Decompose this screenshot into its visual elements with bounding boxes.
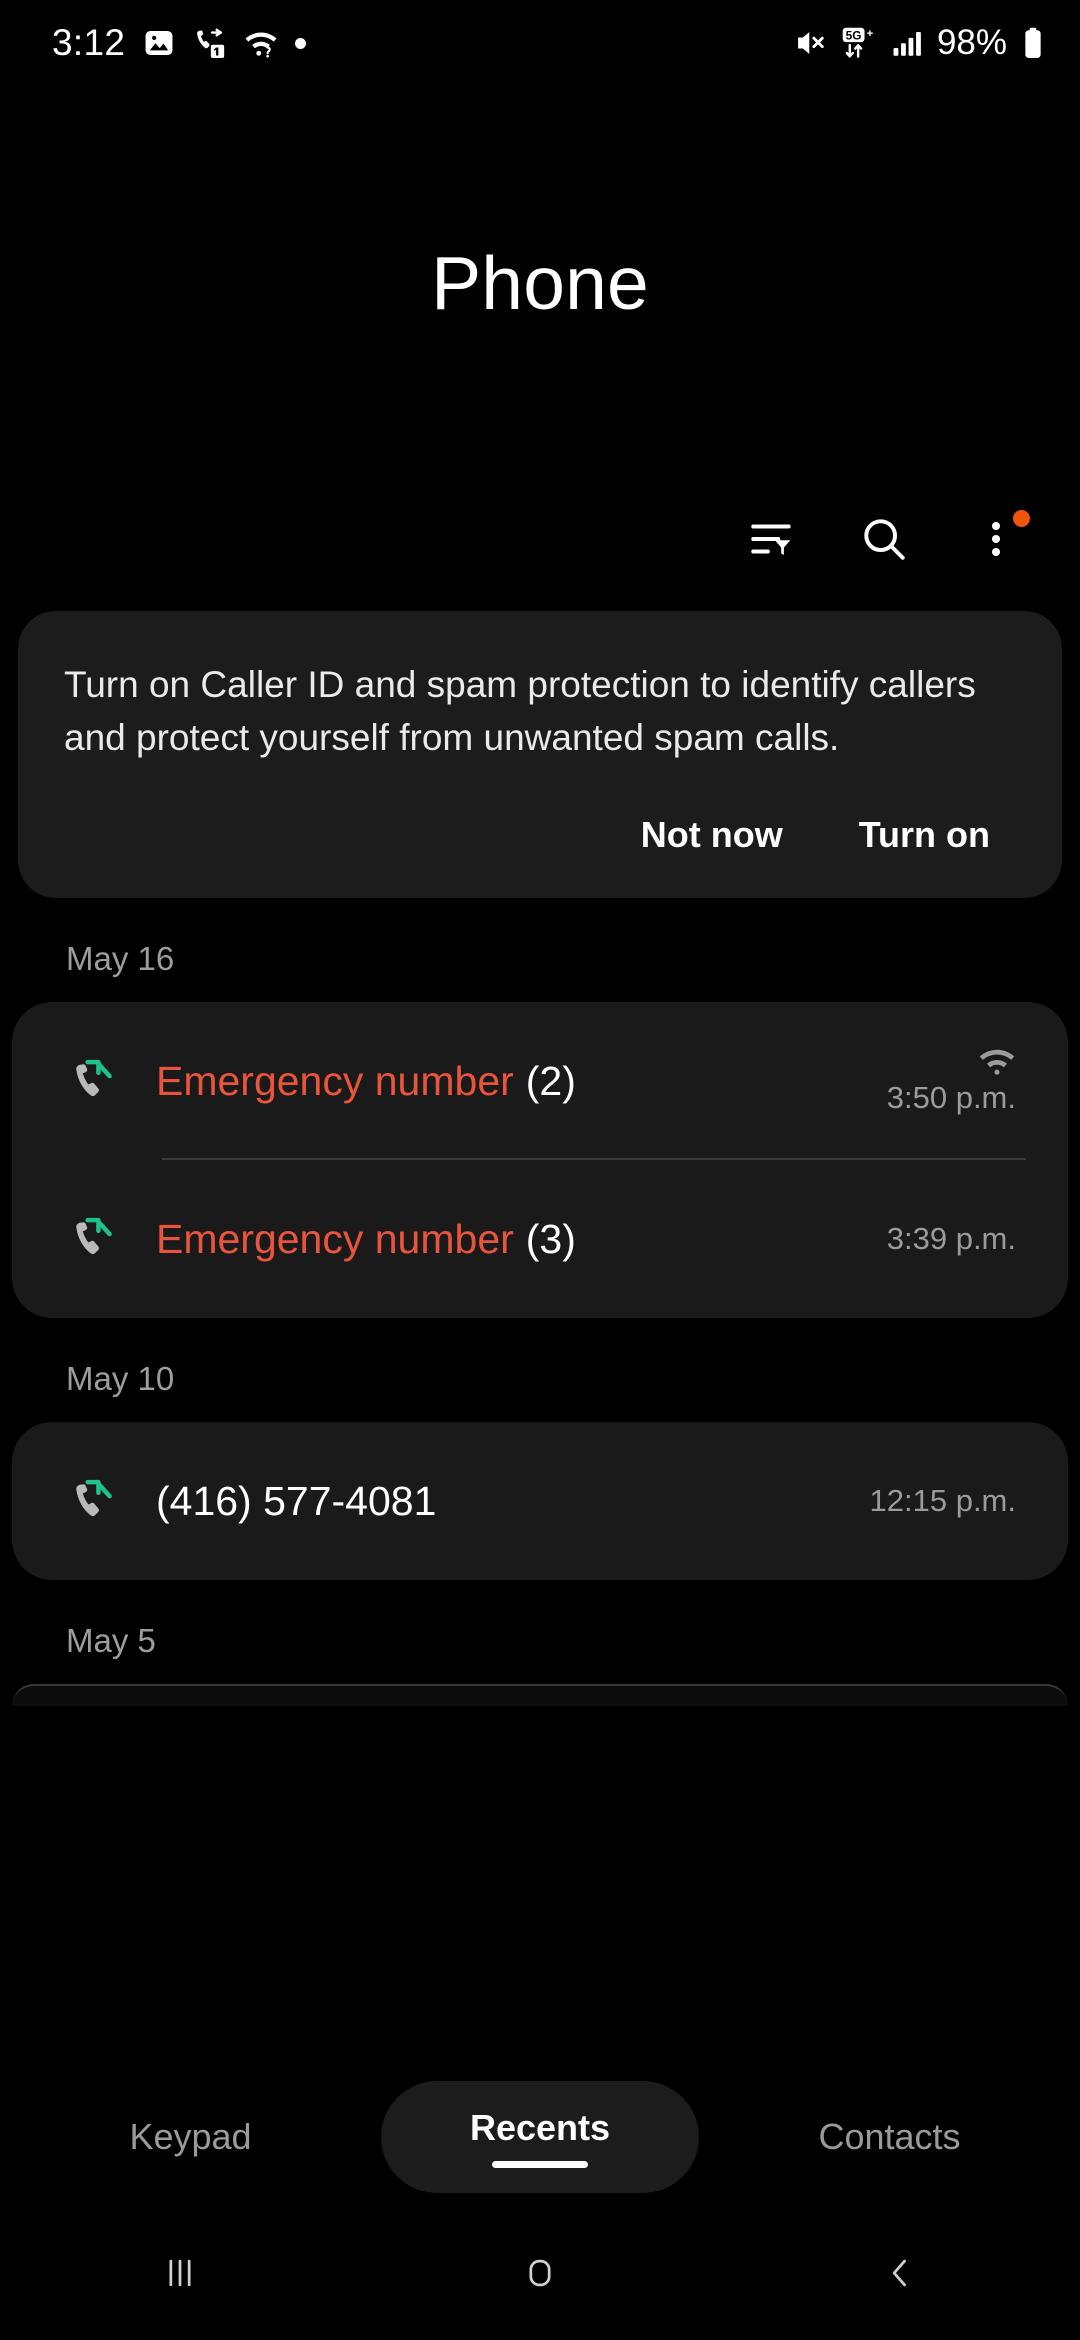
search-icon xyxy=(859,514,909,569)
tab-active-indicator xyxy=(492,2160,588,2168)
call-log-row[interactable]: Emergency number (2) 3:50 p.m. xyxy=(12,1002,1068,1161)
status-bar: 3:12 5G + 98% xyxy=(0,0,1080,86)
outgoing-call-icon xyxy=(68,1053,126,1109)
caller-id-promo-card: Turn on Caller ID and spam protection to… xyxy=(18,611,1062,899)
date-header-may-5: May 5 xyxy=(66,1622,156,1660)
status-bar-right: 5G + 98% xyxy=(792,23,1044,63)
signal-bars-icon xyxy=(890,26,924,60)
back-chevron-icon xyxy=(878,2251,922,2300)
recent-apps-button[interactable] xyxy=(0,2251,360,2300)
recent-apps-icon xyxy=(158,2251,202,2300)
notification-badge xyxy=(1013,510,1030,527)
call-log-row[interactable]: Emergency number (3) 3:39 p.m. xyxy=(12,1160,1068,1318)
status-bar-clock: 3:12 xyxy=(52,22,126,63)
app-bar: Phone xyxy=(0,86,1080,321)
bottom-tab-bar: Keypad Recents Contacts xyxy=(0,2064,1080,2210)
call-group-may-5[interactable] xyxy=(12,1684,1068,1707)
android-navigation-bar xyxy=(0,2210,1080,2340)
call-log-identity: Emergency number (2) xyxy=(156,1058,887,1105)
5g-plus-data-icon: 5G + xyxy=(839,26,877,60)
battery-percent-label: 98% xyxy=(936,23,1007,62)
tab-label: Recents xyxy=(469,2106,611,2148)
home-icon xyxy=(518,2251,562,2300)
status-bar-left: 3:12 xyxy=(52,22,307,64)
call-count: (2) xyxy=(525,1057,576,1104)
svg-text:5G: 5G xyxy=(846,28,862,42)
call-log-meta: 3:50 p.m. xyxy=(887,1046,1028,1116)
filter-button[interactable] xyxy=(730,499,814,583)
call-time: 3:39 p.m. xyxy=(886,1221,1016,1257)
call-log-meta: 12:15 p.m. xyxy=(870,1483,1028,1519)
tab-keypad[interactable]: Keypad xyxy=(0,2081,381,2193)
call-log-identity: (416) 577-4081 xyxy=(156,1478,870,1525)
call-time: 3:50 p.m. xyxy=(886,1080,1016,1116)
call-count: (3) xyxy=(525,1215,576,1262)
more-options-button[interactable] xyxy=(954,499,1038,583)
call-log-row[interactable]: (416) 577-4081 12:15 p.m. xyxy=(12,1422,1068,1580)
more-vertical-icon xyxy=(973,516,1019,567)
search-button[interactable] xyxy=(842,499,926,583)
battery-icon xyxy=(1022,26,1044,60)
call-time: 12:15 p.m. xyxy=(869,1483,1016,1519)
tab-label: Contacts xyxy=(818,2116,961,2157)
filter-icon xyxy=(747,514,797,569)
caller-name: (416) 577-4081 xyxy=(156,1477,437,1524)
image-icon xyxy=(142,26,176,60)
turn-on-button[interactable]: Turn on xyxy=(833,798,1016,872)
mute-icon xyxy=(792,26,826,60)
tab-contacts[interactable]: Contacts xyxy=(699,2081,1080,2193)
caller-name: Emergency number xyxy=(156,1057,514,1104)
caller-name: Emergency number xyxy=(156,1215,514,1262)
toolbar-actions xyxy=(0,499,1080,583)
back-button[interactable] xyxy=(720,2251,1080,2300)
dot-icon xyxy=(295,37,307,49)
call-group-may-10: (416) 577-4081 12:15 p.m. xyxy=(12,1422,1068,1581)
caller-id-actions: Not now Turn on xyxy=(64,798,1016,872)
wifi-no-internet-icon xyxy=(244,26,278,60)
caller-id-message: Turn on Caller ID and spam protection to… xyxy=(64,664,976,758)
tab-recents[interactable]: Recents xyxy=(381,2081,699,2193)
svg-text:+: + xyxy=(867,28,874,40)
call-log-meta: 3:39 p.m. xyxy=(887,1221,1028,1257)
tab-label: Keypad xyxy=(129,2116,252,2157)
call-log-identity: Emergency number (3) xyxy=(156,1216,887,1263)
call-group-may-16: Emergency number (2) 3:50 p.m. Emergency… xyxy=(12,1002,1068,1319)
call-forwarding-sim1-icon xyxy=(193,26,227,60)
date-header-may-16: May 16 xyxy=(66,940,175,978)
date-header-may-10: May 10 xyxy=(66,1360,175,1398)
not-now-button[interactable]: Not now xyxy=(615,798,809,872)
wifi-calling-icon xyxy=(978,1046,1016,1076)
home-button[interactable] xyxy=(360,2251,720,2300)
outgoing-call-icon xyxy=(68,1473,126,1529)
page-title: Phone xyxy=(431,241,649,325)
outgoing-call-icon xyxy=(68,1211,126,1267)
